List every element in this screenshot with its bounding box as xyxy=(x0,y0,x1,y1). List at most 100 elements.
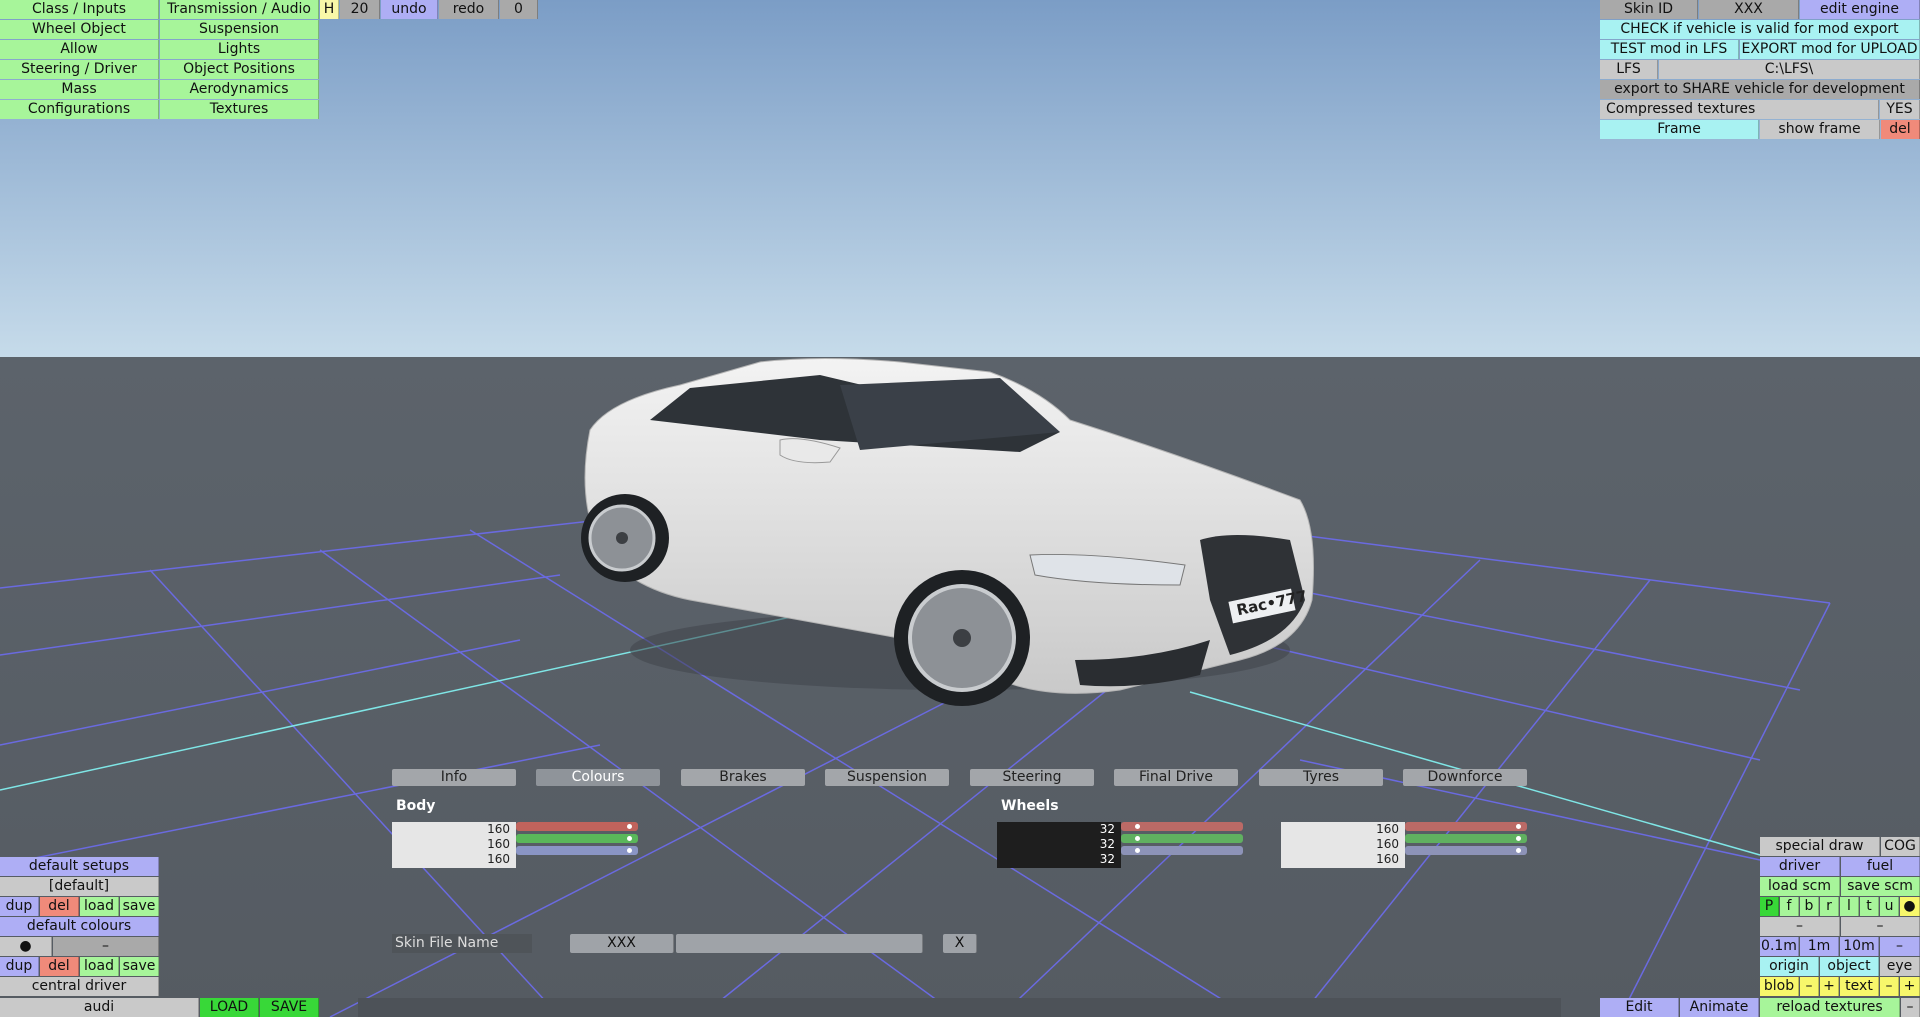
text-plus-button[interactable]: + xyxy=(1900,977,1920,996)
colour-dot-button[interactable]: ● xyxy=(0,937,52,956)
colour-load-button[interactable]: load xyxy=(80,957,119,976)
tab-suspension[interactable]: Suspension xyxy=(825,769,949,786)
reload-textures-button[interactable]: reload textures xyxy=(1760,998,1900,1017)
colour-del-button[interactable]: del xyxy=(40,957,79,976)
extra-blue-slider[interactable] xyxy=(1405,846,1527,855)
minus-button-b[interactable]: – xyxy=(1841,917,1920,936)
body-blue-slider[interactable] xyxy=(516,846,638,855)
step-minus-button[interactable]: – xyxy=(1880,937,1920,956)
fuel-button[interactable]: fuel xyxy=(1841,857,1920,876)
default-setups-button[interactable]: default setups xyxy=(0,857,159,876)
menu-configurations[interactable]: Configurations xyxy=(0,100,159,119)
view-b-button[interactable]: b xyxy=(1800,897,1819,916)
edit-mode-button[interactable]: Edit xyxy=(1600,998,1679,1017)
extra-red-value[interactable]: 160 xyxy=(1281,822,1399,837)
skin-file-close-button[interactable]: X xyxy=(943,934,977,953)
view-dot-button[interactable]: ● xyxy=(1900,897,1920,916)
tab-steering[interactable]: Steering xyxy=(970,769,1094,786)
wheels-green-value[interactable]: 32 xyxy=(997,837,1115,852)
body-colour-values[interactable]: 160 160 160 xyxy=(392,822,516,868)
object-button[interactable]: object xyxy=(1820,957,1879,976)
menu-textures[interactable]: Textures xyxy=(160,100,319,119)
menu-allow[interactable]: Allow xyxy=(0,40,159,59)
body-blue-value[interactable]: 160 xyxy=(392,852,510,867)
menu-wheel-object[interactable]: Wheel Object xyxy=(0,20,159,39)
step-1m-button[interactable]: 1m xyxy=(1800,937,1839,956)
colour-save-button[interactable]: save xyxy=(120,957,159,976)
tab-info[interactable]: Info xyxy=(392,769,516,786)
compressed-textures-toggle[interactable]: YES xyxy=(1880,100,1920,119)
view-f-button[interactable]: f xyxy=(1780,897,1799,916)
redo-button[interactable]: redo xyxy=(439,0,499,19)
setup-save-button[interactable]: save xyxy=(120,897,159,916)
body-red-value[interactable]: 160 xyxy=(392,822,510,837)
car-save-button[interactable]: SAVE xyxy=(260,998,319,1017)
body-green-slider[interactable] xyxy=(516,834,638,843)
view-p-button[interactable]: P xyxy=(1760,897,1779,916)
tab-brakes[interactable]: Brakes xyxy=(681,769,805,786)
driver-button[interactable]: driver xyxy=(1760,857,1840,876)
setup-del-button[interactable]: del xyxy=(40,897,79,916)
viewport-3d[interactable] xyxy=(0,0,1920,1017)
save-scm-button[interactable]: save scm xyxy=(1841,877,1920,896)
undo-button[interactable]: undo xyxy=(381,0,438,19)
extra-green-slider[interactable] xyxy=(1405,834,1527,843)
view-t-button[interactable]: t xyxy=(1860,897,1879,916)
central-driver-button[interactable]: central driver xyxy=(0,977,159,996)
view-u-button[interactable]: u xyxy=(1880,897,1899,916)
tab-final-drive[interactable]: Final Drive xyxy=(1114,769,1238,786)
colour-dash-button[interactable]: – xyxy=(53,937,159,956)
reload-minus-button[interactable]: – xyxy=(1901,998,1920,1017)
h-value[interactable]: 20 xyxy=(340,0,380,19)
wheels-blue-slider[interactable] xyxy=(1121,846,1243,855)
menu-transmission-audio[interactable]: Transmission / Audio xyxy=(160,0,319,19)
text-button[interactable]: text xyxy=(1840,977,1879,996)
extra-red-slider[interactable] xyxy=(1405,822,1527,831)
car-name-field[interactable]: audi xyxy=(0,998,199,1017)
step-0-1m-button[interactable]: 0.1m xyxy=(1760,937,1799,956)
origin-button[interactable]: origin xyxy=(1760,957,1819,976)
blob-button[interactable]: blob xyxy=(1760,977,1799,996)
wheels-green-slider[interactable] xyxy=(1121,834,1243,843)
menu-steering-driver[interactable]: Steering / Driver xyxy=(0,60,159,79)
skin-id-value[interactable]: XXX xyxy=(1699,0,1799,19)
show-frame-button[interactable]: show frame xyxy=(1760,120,1880,139)
frame-del-button[interactable]: del xyxy=(1881,120,1920,139)
setup-load-button[interactable]: load xyxy=(80,897,119,916)
frame-button[interactable]: Frame xyxy=(1600,120,1759,139)
tab-tyres[interactable]: Tyres xyxy=(1259,769,1383,786)
blob-minus-button[interactable]: – xyxy=(1800,977,1819,996)
menu-suspension[interactable]: Suspension xyxy=(160,20,319,39)
check-valid-button[interactable]: CHECK if vehicle is valid for mod export xyxy=(1600,20,1920,39)
wheels-blue-value[interactable]: 32 xyxy=(997,852,1115,867)
minus-button-a[interactable]: – xyxy=(1760,917,1840,936)
step-10m-button[interactable]: 10m xyxy=(1840,937,1879,956)
setup-dup-button[interactable]: dup xyxy=(0,897,39,916)
tab-downforce[interactable]: Downforce xyxy=(1403,769,1527,786)
default-colours-button[interactable]: default colours xyxy=(0,917,159,936)
menu-object-positions[interactable]: Object Positions xyxy=(160,60,319,79)
animate-mode-button[interactable]: Animate xyxy=(1680,998,1759,1017)
menu-class-inputs[interactable]: Class / Inputs xyxy=(0,0,159,19)
menu-mass[interactable]: Mass xyxy=(0,80,159,99)
export-share-button[interactable]: export to SHARE vehicle for development xyxy=(1600,80,1920,99)
view-r-button[interactable]: r xyxy=(1820,897,1839,916)
export-upload-button[interactable]: EXPORT mod for UPLOAD xyxy=(1740,40,1920,59)
view-l-button[interactable]: l xyxy=(1840,897,1859,916)
skin-file-name-value[interactable]: XXX xyxy=(570,934,674,953)
eye-button[interactable]: eye xyxy=(1880,957,1920,976)
wheels-red-slider[interactable] xyxy=(1121,822,1243,831)
lfs-path[interactable]: C:\LFS\ xyxy=(1659,60,1920,79)
text-minus-button[interactable]: – xyxy=(1880,977,1899,996)
extra-colour-values[interactable]: 160 160 160 xyxy=(1281,822,1405,868)
default-setup-entry[interactable]: [default] xyxy=(0,877,159,896)
colour-dup-button[interactable]: dup xyxy=(0,957,39,976)
body-red-slider[interactable] xyxy=(516,822,638,831)
car-load-button[interactable]: LOAD xyxy=(200,998,259,1017)
cog-button[interactable]: COG xyxy=(1881,837,1920,856)
menu-aerodynamics[interactable]: Aerodynamics xyxy=(160,80,319,99)
h-toggle[interactable]: H xyxy=(320,0,339,19)
skin-file-name-field[interactable] xyxy=(676,934,923,953)
extra-green-value[interactable]: 160 xyxy=(1281,837,1399,852)
tab-colours[interactable]: Colours xyxy=(536,769,660,786)
